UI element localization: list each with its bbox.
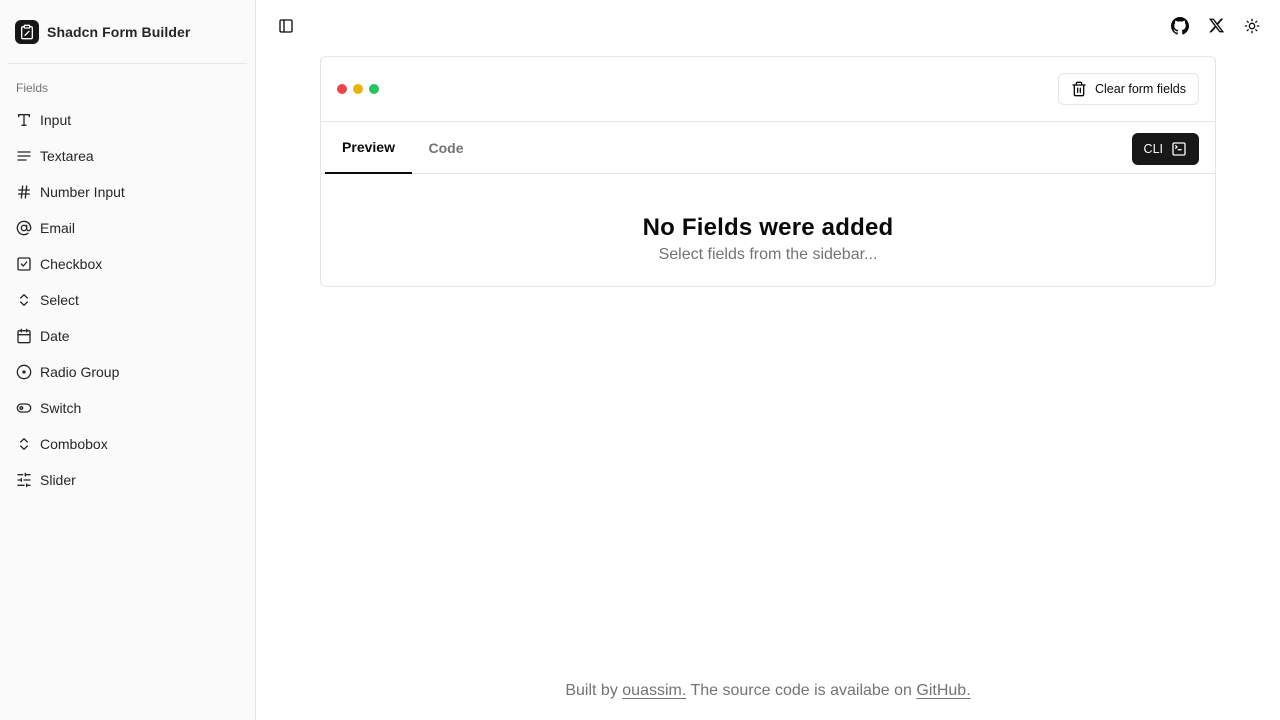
trash-icon bbox=[1071, 81, 1087, 97]
tabs-row: Preview Code CLI bbox=[321, 122, 1215, 174]
text-lines-icon bbox=[16, 148, 32, 164]
empty-state-title: No Fields were added bbox=[642, 214, 894, 241]
card-header: Clear form fields bbox=[321, 57, 1215, 122]
red-dot bbox=[337, 84, 347, 94]
checkbox-icon bbox=[16, 256, 32, 272]
sidebar-item-label: Textarea bbox=[40, 148, 94, 164]
clear-form-fields-button[interactable]: Clear form fields bbox=[1058, 73, 1199, 105]
sidebar: Shadcn Form Builder Fields Input Textare… bbox=[0, 0, 256, 720]
toggle-icon bbox=[16, 400, 32, 416]
cli-button[interactable]: CLI bbox=[1131, 133, 1199, 165]
github-link[interactable]: GitHub. bbox=[916, 682, 970, 699]
sidebar-item-label: Input bbox=[40, 112, 72, 128]
calendar-icon bbox=[16, 328, 32, 344]
sidebar-toggle-button[interactable] bbox=[274, 16, 298, 40]
field-list: Input Textarea Number Input Email Checkb… bbox=[0, 102, 255, 498]
tab-preview[interactable]: Preview bbox=[325, 122, 412, 174]
sidebar-item-label: Date bbox=[40, 328, 70, 344]
sidebar-item-number-input[interactable]: Number Input bbox=[8, 174, 247, 210]
footer-middle: The source code is availabe on bbox=[686, 682, 917, 699]
chevrons-up-down-icon bbox=[16, 436, 32, 452]
app-title: Shadcn Form Builder bbox=[47, 23, 191, 40]
top-actions bbox=[1168, 16, 1264, 40]
form-builder-card: Clear form fields Preview Code CLI No Fi… bbox=[320, 56, 1216, 287]
empty-state-subtitle: Select fields from the sidebar... bbox=[658, 246, 878, 263]
clear-form-fields-label: Clear form fields bbox=[1095, 82, 1186, 96]
sliders-icon bbox=[16, 472, 32, 488]
sidebar-item-combobox[interactable]: Combobox bbox=[8, 426, 247, 462]
sidebar-item-label: Number Input bbox=[40, 184, 125, 200]
sidebar-item-radio-group[interactable]: Radio Group bbox=[8, 354, 247, 390]
cli-label: CLI bbox=[1143, 142, 1163, 156]
sidebar-item-email[interactable]: Email bbox=[8, 210, 247, 246]
green-dot bbox=[369, 84, 379, 94]
tab-code[interactable]: Code bbox=[412, 122, 480, 174]
radio-circle-icon bbox=[16, 364, 32, 380]
footer: Built by ouassim. The source code is ava… bbox=[256, 682, 1280, 700]
sidebar-item-input[interactable]: Input bbox=[8, 102, 247, 138]
github-icon bbox=[1171, 16, 1189, 40]
x-logo-icon bbox=[1208, 17, 1225, 39]
type-icon bbox=[16, 112, 32, 128]
sidebar-item-checkbox[interactable]: Checkbox bbox=[8, 246, 247, 282]
empty-state: No Fields were added Select fields from … bbox=[321, 174, 1215, 264]
author-link[interactable]: ouassim. bbox=[622, 682, 686, 699]
panel-left-icon bbox=[278, 18, 294, 39]
yellow-dot bbox=[353, 84, 363, 94]
at-sign-icon bbox=[16, 220, 32, 236]
sidebar-item-label: Checkbox bbox=[40, 256, 103, 272]
sidebar-item-label: Switch bbox=[40, 400, 82, 416]
sidebar-item-textarea[interactable]: Textarea bbox=[8, 138, 247, 174]
sidebar-item-select[interactable]: Select bbox=[8, 282, 247, 318]
sidebar-item-label: Email bbox=[40, 220, 76, 236]
sidebar-item-slider[interactable]: Slider bbox=[8, 462, 247, 498]
hash-icon bbox=[16, 184, 32, 200]
chevrons-up-down-icon bbox=[16, 292, 32, 308]
sidebar-item-label: Combobox bbox=[40, 436, 108, 452]
github-button[interactable] bbox=[1168, 16, 1192, 40]
window-dots bbox=[337, 84, 379, 94]
clipboard-icon bbox=[15, 19, 39, 44]
sidebar-item-switch[interactable]: Switch bbox=[8, 390, 247, 426]
sidebar-item-date[interactable]: Date bbox=[8, 318, 247, 354]
sun-icon bbox=[1244, 18, 1260, 39]
sidebar-item-label: Radio Group bbox=[40, 364, 120, 380]
footer-prefix: Built by bbox=[565, 682, 623, 699]
theme-toggle-button[interactable] bbox=[1240, 16, 1264, 40]
sidebar-brand[interactable]: Shadcn Form Builder bbox=[8, 0, 247, 64]
x-twitter-button[interactable] bbox=[1204, 16, 1228, 40]
sidebar-item-label: Select bbox=[40, 292, 79, 308]
fields-group-label: Fields bbox=[16, 81, 49, 95]
sidebar-item-label: Slider bbox=[40, 472, 76, 488]
terminal-square-icon bbox=[1171, 141, 1187, 157]
